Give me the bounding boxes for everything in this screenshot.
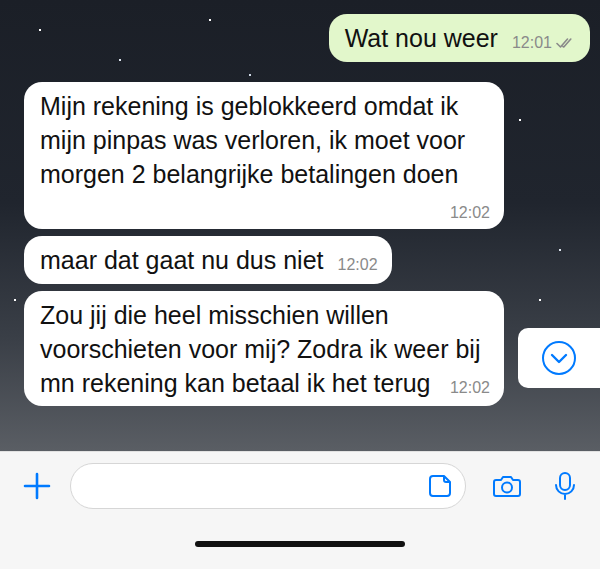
sticker-icon[interactable] — [427, 473, 453, 499]
message-text: Zou jij die heel misschien willen voorsc… — [40, 301, 480, 397]
plus-icon — [22, 471, 52, 501]
microphone-icon — [550, 471, 580, 501]
message-time: 12:02 — [450, 203, 490, 223]
message-text: Wat nou weer — [345, 24, 498, 52]
message-meta: 12:01 — [512, 33, 576, 53]
message-time: 12:02 — [338, 255, 378, 275]
message-input[interactable] — [87, 470, 427, 502]
message-text: Mijn rekening is geblokkeerd omdat ik mi… — [40, 92, 465, 188]
message-text: maar dat gaat nu dus niet — [40, 246, 324, 274]
incoming-message[interactable]: Mijn rekening is geblokkeerd omdat ik mi… — [24, 82, 504, 229]
incoming-message[interactable]: maar dat gaat nu dus niet 12:02 — [24, 236, 392, 284]
microphone-button[interactable] — [548, 469, 582, 503]
double-tick-icon — [556, 36, 576, 50]
outgoing-message[interactable]: Wat nou weer 12:01 — [329, 14, 590, 62]
chevron-down-icon — [541, 340, 577, 376]
message-meta: 12:02 — [338, 255, 378, 275]
camera-icon — [492, 471, 522, 501]
home-indicator[interactable] — [195, 541, 405, 547]
camera-button[interactable] — [490, 469, 524, 503]
scroll-down-button[interactable] — [518, 328, 600, 388]
message-time: 12:02 — [450, 378, 490, 398]
attach-button[interactable] — [20, 469, 54, 503]
chat-app: Wat nou weer 12:01 Mijn rekening is geblok… — [0, 0, 600, 569]
chat-area[interactable]: Wat nou weer 12:01 Mijn rekening is geblok… — [0, 0, 600, 451]
message-row: Mijn rekening is geblokkeerd omdat ik mi… — [24, 82, 590, 229]
message-row: Wat nou weer 12:01 — [24, 14, 590, 62]
incoming-message[interactable]: Zou jij die heel misschien willen voorsc… — [24, 291, 504, 406]
message-meta: 12:02 — [450, 203, 490, 223]
message-field[interactable] — [70, 463, 466, 509]
composer-bar — [0, 451, 600, 569]
message-row: maar dat gaat nu dus niet 12:02 — [24, 236, 590, 284]
message-meta: 12:02 — [450, 378, 490, 398]
message-row: Zou jij die heel misschien willen voorsc… — [24, 291, 590, 406]
message-time: 12:01 — [512, 33, 552, 53]
